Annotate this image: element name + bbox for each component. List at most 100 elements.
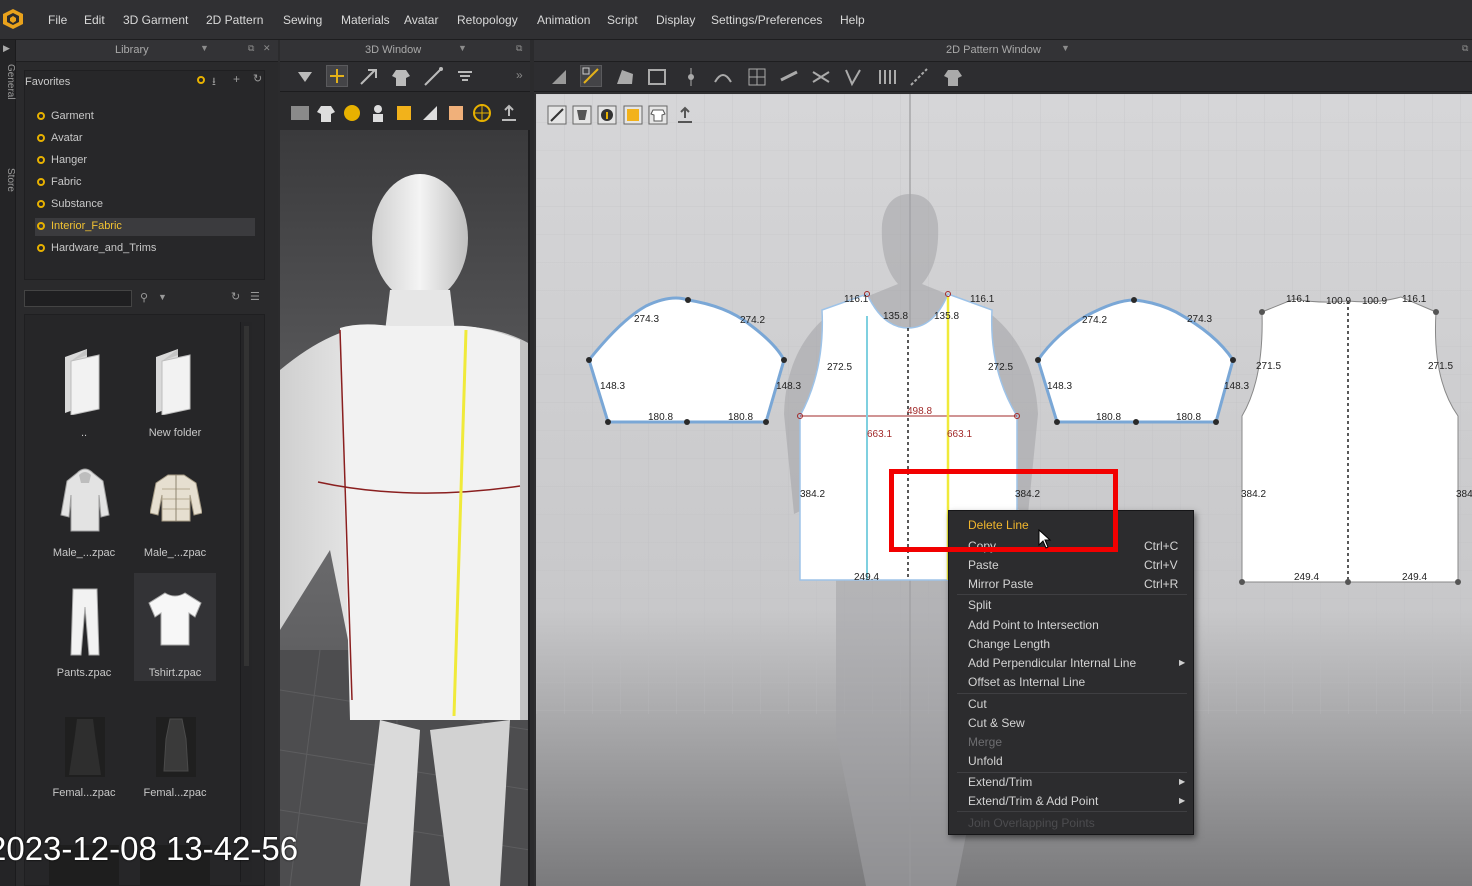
- garment-display-icon[interactable]: [315, 102, 337, 124]
- clo-logo-icon[interactable]: [2, 8, 24, 30]
- grid-icon[interactable]: [746, 66, 768, 88]
- more-icon[interactable]: »: [516, 68, 523, 82]
- texture-2d-icon[interactable]: [622, 104, 644, 126]
- download-icon[interactable]: ⭳: [212, 73, 216, 92]
- info-display-icon[interactable]: [596, 104, 618, 126]
- menu-display[interactable]: Display: [656, 13, 695, 27]
- favorite-item-interior-fabric[interactable]: Interior_Fabric: [35, 218, 255, 236]
- menu-sewing[interactable]: Sewing: [283, 13, 322, 27]
- solid-render-icon[interactable]: [393, 102, 415, 124]
- file-tile-parent-folder[interactable]: ..: [43, 333, 125, 441]
- rectangle-icon[interactable]: [646, 66, 668, 88]
- viewport-3d[interactable]: [280, 130, 530, 886]
- menu-item-offset-as-internal-line[interactable]: Offset as Internal Line: [968, 675, 1085, 689]
- polygon-icon[interactable]: [614, 66, 636, 88]
- file-tile-new-folder[interactable]: New folder: [134, 333, 216, 441]
- menu-animation[interactable]: Animation: [537, 13, 590, 27]
- menu-item-extend-trim-add-point[interactable]: Extend/Trim & Add Point: [968, 794, 1098, 808]
- favorite-item-substance[interactable]: Substance: [37, 198, 103, 210]
- select-move-tool-button[interactable]: [326, 65, 348, 87]
- library-search-input[interactable]: [24, 290, 132, 307]
- texture-display-icon[interactable]: [341, 102, 363, 124]
- segment-sewing-icon[interactable]: [778, 66, 800, 88]
- favorite-item-avatar[interactable]: Avatar: [37, 132, 83, 144]
- file-tile-pants[interactable]: Pants.zpac: [43, 573, 125, 681]
- menu-item-extend-trim[interactable]: Extend/Trim: [968, 775, 1032, 789]
- undock-icon[interactable]: ⧉: [516, 43, 522, 54]
- menu-item-unfold[interactable]: Unfold: [968, 754, 1003, 768]
- edit-pattern-tool-button[interactable]: [580, 65, 602, 87]
- pattern-display-icon[interactable]: [546, 104, 568, 126]
- curve-point-icon[interactable]: [712, 66, 734, 88]
- scrollbar-thumb[interactable]: [244, 326, 249, 666]
- pin-tool-icon[interactable]: [454, 66, 476, 88]
- menu-avatar[interactable]: Avatar: [404, 13, 438, 27]
- skin-render-icon[interactable]: [445, 102, 467, 124]
- draw-line-icon[interactable]: [422, 66, 444, 88]
- refresh-icon[interactable]: ↻: [231, 290, 240, 303]
- refresh-icon[interactable]: ↻: [253, 72, 262, 85]
- pleats-icon[interactable]: [876, 66, 898, 88]
- library-scrollbar[interactable]: [240, 322, 252, 882]
- chevron-down-icon[interactable]: ▼: [158, 292, 167, 302]
- menu-2d-pattern[interactable]: 2D Pattern: [206, 13, 263, 27]
- menu-edit[interactable]: Edit: [84, 13, 105, 27]
- favorite-item-garment[interactable]: Garment: [37, 110, 94, 122]
- point-icon[interactable]: [680, 66, 702, 88]
- menu-item-mirror-paste[interactable]: Mirror Paste: [968, 577, 1033, 591]
- pin-icon[interactable]: ▶: [3, 43, 10, 54]
- menu-item-paste[interactable]: Paste: [968, 558, 999, 572]
- garment-view-icon[interactable]: [571, 104, 593, 126]
- list-view-icon[interactable]: ☰: [250, 290, 260, 303]
- tab-store[interactable]: Store: [0, 168, 16, 192]
- close-icon[interactable]: ✕: [263, 43, 271, 54]
- edit-pattern-icon[interactable]: [358, 66, 380, 88]
- export-icon[interactable]: [498, 102, 520, 124]
- favorite-item-hardware-and-trims[interactable]: Hardware_and_Trims: [37, 242, 156, 254]
- menu-settings[interactable]: Settings/Preferences: [711, 13, 822, 27]
- transform-icon[interactable]: [294, 66, 316, 88]
- menu-item-add-perpendicular-internal-line[interactable]: Add Perpendicular Internal Line: [968, 656, 1136, 670]
- shaded-render-icon[interactable]: [419, 102, 441, 124]
- file-tile-hoodie[interactable]: Male_...zpac: [43, 453, 125, 561]
- undock-icon[interactable]: ⧉: [1462, 43, 1468, 54]
- undock-icon[interactable]: ⧉: [248, 43, 254, 54]
- fold-icon[interactable]: [842, 66, 864, 88]
- pattern-piece-back[interactable]: [1239, 296, 1461, 585]
- chevron-down-icon[interactable]: ▼: [200, 43, 209, 53]
- transform-pattern-icon[interactable]: [548, 66, 570, 88]
- shirt-tool-icon[interactable]: [390, 66, 412, 88]
- favorite-icon[interactable]: [197, 76, 205, 84]
- menu-item-cut[interactable]: Cut: [968, 697, 987, 711]
- add-icon[interactable]: +: [233, 72, 240, 86]
- favorite-item-fabric[interactable]: Fabric: [37, 176, 82, 188]
- file-tile-tshirt[interactable]: Tshirt.zpac: [134, 573, 216, 681]
- chevron-down-icon[interactable]: ▼: [458, 43, 467, 53]
- menu-script[interactable]: Script: [607, 13, 638, 27]
- chevron-down-icon[interactable]: ▼: [1061, 43, 1070, 53]
- globe-icon[interactable]: [471, 102, 493, 124]
- file-tile-female-dress-2[interactable]: Femal...zpac: [134, 693, 216, 801]
- menu-item-add-point-to-intersection[interactable]: Add Point to Intersection: [968, 618, 1099, 632]
- menu-file[interactable]: File: [48, 13, 67, 27]
- menu-item-cut-and-sew[interactable]: Cut & Sew: [968, 716, 1025, 730]
- export-2d-icon[interactable]: [674, 104, 696, 126]
- menu-3d-garment[interactable]: 3D Garment: [123, 13, 188, 27]
- avatar-figure-icon[interactable]: [367, 102, 389, 124]
- menu-materials[interactable]: Materials: [341, 13, 390, 27]
- menu-item-split[interactable]: Split: [968, 598, 991, 612]
- tab-general[interactable]: General: [0, 64, 16, 100]
- tshirt-sim-icon[interactable]: [942, 66, 964, 88]
- file-tile-female-dress-1[interactable]: Femal...zpac: [43, 693, 125, 801]
- measure-icon[interactable]: [908, 66, 930, 88]
- menu-item-change-length[interactable]: Change Length: [968, 637, 1050, 651]
- menu-retopology[interactable]: Retopology: [457, 13, 518, 27]
- length-label: 272.5: [988, 362, 1014, 373]
- file-tile-puffer-jacket[interactable]: Male_...zpac: [134, 453, 216, 561]
- avatar-display-icon[interactable]: [289, 102, 311, 124]
- shirt-display-icon[interactable]: [647, 104, 669, 126]
- free-sewing-icon[interactable]: [810, 66, 832, 88]
- favorite-item-hanger[interactable]: Hanger: [37, 154, 87, 166]
- menu-help[interactable]: Help: [840, 13, 865, 27]
- search-icon[interactable]: ⚲: [140, 291, 148, 304]
